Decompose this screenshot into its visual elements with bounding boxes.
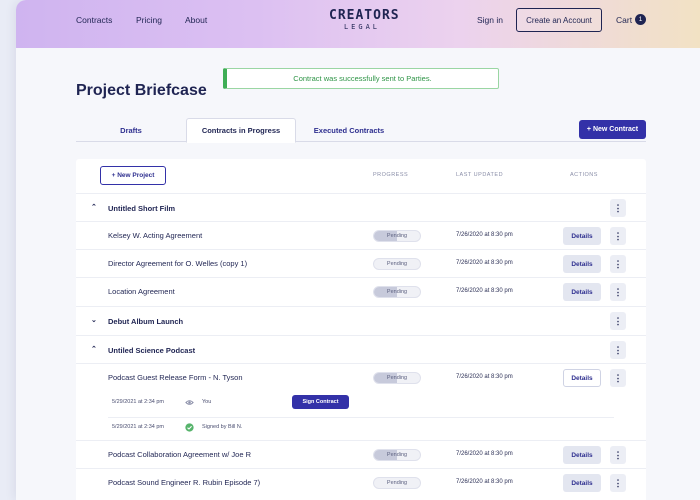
top-nav-bar: Contracts Pricing About CREATORS LEGAL S…	[16, 0, 700, 48]
contract-row: Director Agreement for O. Welles (copy 1…	[76, 249, 646, 277]
success-toast: Contract was successfully sent to Partie…	[223, 68, 499, 89]
details-button[interactable]: Details	[563, 283, 601, 301]
last-updated-value: 7/26/2020 at 8:30 pm	[456, 232, 513, 238]
new-project-button[interactable]: + New Project	[100, 166, 166, 185]
chevron-up-icon[interactable]: ⌃	[91, 345, 97, 353]
project-group-row[interactable]: ⌄ Debut Album Launch ⋮	[76, 306, 646, 334]
last-updated-column-header: LAST UPDATED	[456, 172, 504, 178]
more-options-icon[interactable]: ⋮	[610, 341, 626, 359]
status-badge: Pending	[373, 258, 421, 270]
project-group-name: Untitled Short Film	[108, 204, 176, 213]
more-options-icon[interactable]: ⋮	[610, 199, 626, 217]
contract-name[interactable]: Podcast Collaboration Agreement w/ Joe R	[108, 450, 251, 459]
signer-row: 5/29/2021 at 2:34 pm You Sign Contract	[76, 393, 646, 415]
more-options-icon[interactable]: ⋮	[610, 474, 626, 492]
details-button[interactable]: Details	[563, 255, 601, 273]
tab-drafts[interactable]: Drafts	[106, 118, 156, 142]
sign-contract-button[interactable]: Sign Contract	[292, 395, 349, 409]
progress-column-header: PROGRESS	[373, 172, 409, 178]
contract-row: Podcast Collaboration Agreement w/ Joe R…	[76, 440, 646, 468]
contract-name[interactable]: Podcast Guest Release Form - N. Tyson	[108, 373, 243, 382]
project-group-row[interactable]: ⌃ Untitled Short Film ⋮	[76, 193, 646, 221]
last-updated-value: 7/26/2020 at 8:30 pm	[456, 288, 513, 294]
signer-timestamp: 5/29/2021 at 2:34 pm	[112, 399, 164, 405]
logo-wordmark-bottom: LEGAL	[343, 23, 381, 31]
contract-name[interactable]: Location Agreement	[108, 287, 175, 296]
create-account-button[interactable]: Create an Account	[516, 8, 602, 32]
details-button[interactable]: Details	[563, 369, 601, 387]
details-button[interactable]: Details	[563, 446, 601, 464]
signer-name: Signed by Bill N.	[202, 424, 243, 430]
logo-wordmark-top: CREATORS	[329, 8, 400, 23]
actions-column-header: ACTIONS	[570, 172, 598, 178]
sign-in-link[interactable]: Sign in	[477, 15, 503, 25]
project-group-name: Untiled Science Podcast	[108, 346, 196, 355]
signer-row: 5/29/2021 at 2:34 pm Signed by Bill N.	[108, 417, 614, 439]
app-window: Contracts Pricing About CREATORS LEGAL S…	[16, 0, 700, 500]
status-badge: Pending	[373, 230, 421, 242]
more-options-icon[interactable]: ⋮	[610, 446, 626, 464]
signer-name: You	[202, 399, 212, 405]
project-group-name: Debut Album Launch	[108, 317, 184, 326]
contracts-table: + New Project PROGRESS LAST UPDATED ACTI…	[76, 159, 646, 500]
last-updated-value: 7/26/2020 at 8:30 pm	[456, 451, 513, 457]
last-updated-value: 7/26/2020 at 8:30 pm	[456, 479, 513, 485]
status-badge: Pending	[373, 477, 421, 489]
status-badge: Pending	[373, 449, 421, 461]
status-badge: Pending	[373, 372, 421, 384]
details-button[interactable]: Details	[563, 474, 601, 492]
cart-link[interactable]: Cart	[616, 15, 632, 25]
contract-tabs: Drafts Contracts in Progress Executed Co…	[76, 118, 646, 143]
contract-name[interactable]: Director Agreement for O. Welles (copy 1…	[108, 259, 247, 268]
contract-row: Podcast Sound Engineer R. Rubin Episode …	[76, 468, 646, 496]
signer-timestamp: 5/29/2021 at 2:34 pm	[112, 424, 164, 430]
new-contract-button[interactable]: + New Contract	[579, 120, 646, 139]
page-title: Project Briefcase	[76, 82, 207, 99]
creators-legal-logo[interactable]: CREATORS LEGAL	[329, 8, 400, 32]
tab-contracts-in-progress[interactable]: Contracts in Progress	[186, 118, 296, 143]
more-options-icon[interactable]: ⋮	[610, 227, 626, 245]
cart-count-badge: 1	[635, 14, 646, 25]
contract-row: Kelsey W. Acting Agreement Pending 7/26/…	[76, 221, 646, 249]
contract-row: Location Agreement Pending 7/26/2020 at …	[76, 277, 646, 305]
last-updated-value: 7/26/2020 at 8:30 pm	[456, 260, 513, 266]
more-options-icon[interactable]: ⋮	[610, 255, 626, 273]
contract-name[interactable]: Kelsey W. Acting Agreement	[108, 231, 202, 240]
eye-icon	[185, 398, 194, 407]
more-options-icon[interactable]: ⋮	[610, 283, 626, 301]
contract-name[interactable]: Podcast Sound Engineer R. Rubin Episode …	[108, 478, 260, 487]
details-button[interactable]: Details	[563, 227, 601, 245]
chevron-down-icon[interactable]: ⌄	[91, 316, 97, 324]
nav-contracts-link[interactable]: Contracts	[76, 15, 112, 25]
project-group-row[interactable]: ⌃ Untiled Science Podcast ⋮	[76, 335, 646, 363]
status-badge: Pending	[373, 286, 421, 298]
nav-pricing-link[interactable]: Pricing	[136, 15, 162, 25]
tab-executed-contracts[interactable]: Executed Contracts	[304, 118, 394, 142]
last-updated-value: 7/26/2020 at 8:30 pm	[456, 374, 513, 380]
check-circle-icon	[185, 423, 194, 432]
more-options-icon[interactable]: ⋮	[610, 312, 626, 330]
chevron-up-icon[interactable]: ⌃	[91, 203, 97, 211]
nav-about-link[interactable]: About	[185, 15, 207, 25]
contract-row: Podcast Guest Release Form - N. Tyson Pe…	[76, 363, 646, 391]
more-options-icon[interactable]: ⋮	[610, 369, 626, 387]
